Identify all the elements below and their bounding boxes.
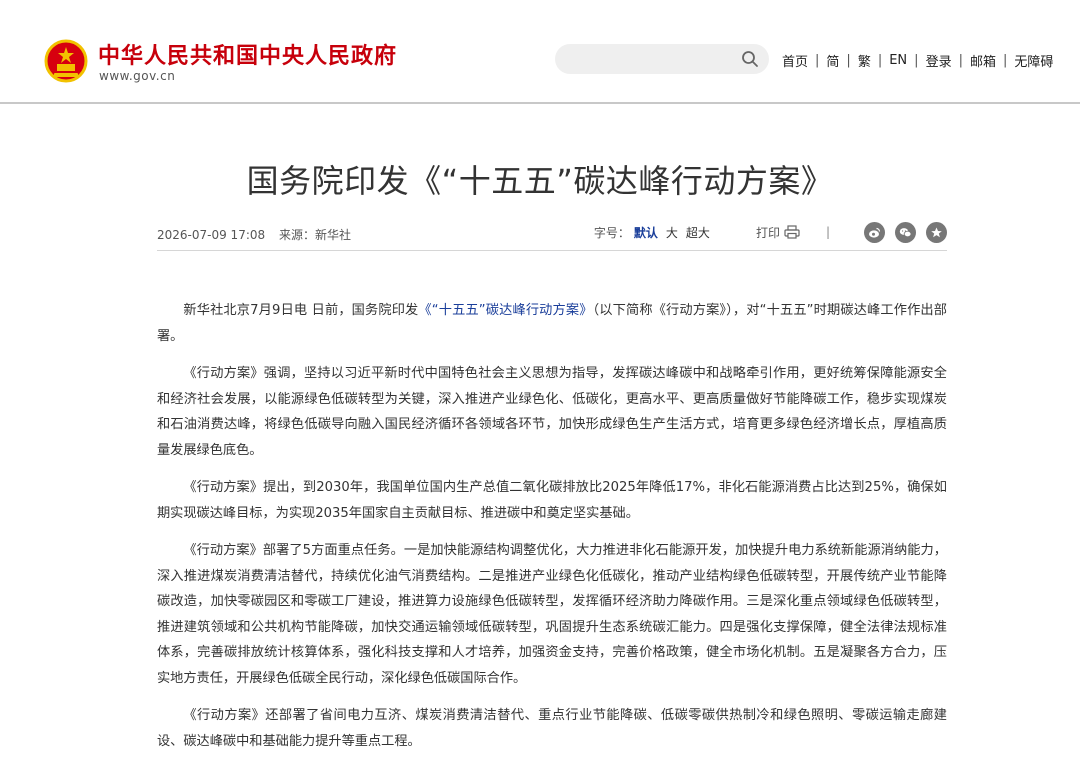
print-icon [784,225,800,239]
wechat-icon[interactable] [895,221,916,243]
publish-date: 2026-07-09 17:08 [157,228,266,242]
site-url[interactable]: www.gov.cn [99,69,175,83]
article-meta-left: 2026-07-09 17:08 来源：新华社 [157,226,361,243]
paragraph: 《行动方案》强调，坚持以习近平新时代中国特色社会主义思想为指导，发挥碳达峰碳中和… [157,366,947,458]
nav-separator: | [914,52,919,68]
nav-separator: | [1002,52,1008,68]
article-meta: 2026-07-09 17:08 来源：新华社 字号： 默认 大 超大 打印 | [157,221,947,250]
weibo-icon[interactable] [864,221,885,243]
print-button[interactable]: 打印 [756,224,800,241]
paragraph: 《行动方案》提出，到2030年，我国单位国内生产总值二氧化碳排放比2025年降低… [157,480,947,521]
print-label: 打印 [755,225,780,240]
nav-english[interactable]: EN [889,53,907,68]
nav-login[interactable]: 登录 [926,51,952,70]
nav-mailbox[interactable]: 邮箱 [970,51,996,70]
meta-divider-line [157,250,947,251]
source-label: 来源： [278,228,315,242]
font-size-default[interactable]: 默认 [634,224,658,241]
nav-separator: | [846,52,851,68]
article-title: 国务院印发《“十五五”碳达峰行动方案》 [246,162,834,200]
article-tools: 字号： 默认 大 超大 打印 | [594,220,947,244]
site-title[interactable]: 中华人民共和国中央人民政府 [98,38,397,70]
paragraph: 新华社北京7月9日电 日前，国务院印发《“十五五”碳达峰行动方案》（以下简称《行… [157,298,947,349]
nav-traditional[interactable]: 繁 [858,51,871,70]
site-header: 中华人民共和国中央人民政府 www.gov.cn 首页 | 简 | 繁 | EN… [0,0,1080,104]
font-size-xlarge[interactable]: 超大 [686,224,710,241]
search-icon[interactable] [741,50,759,68]
article-body: 新华社北京7月9日电 日前，国务院印发《“十五五”碳达峰行动方案》（以下简称《行… [157,298,947,766]
nav-simplified[interactable]: 简 [826,51,839,70]
font-size-label: 字号： [593,225,630,240]
paragraph: 《行动方案》部署了5方面重点任务。一是加快能源结构调整优化，大力推进非化石能源开… [157,543,947,686]
paragraph: 《行动方案》还部署了省间电力互济、煤炭消费清洁替代、重点行业节能降碳、低碳零碳供… [157,708,947,749]
national-emblem-icon[interactable] [44,38,88,84]
font-size-large[interactable]: 大 [666,224,678,241]
meta-divider: | [825,225,830,239]
nav-separator: | [877,52,883,68]
favorite-icon[interactable] [926,221,947,243]
nav-accessibility[interactable]: 无障碍 [1014,51,1053,70]
top-nav: 首页 | 简 | 繁 | EN | 登录 | 邮箱 | 无障碍 [782,51,1053,70]
nav-home[interactable]: 首页 [782,51,808,70]
nav-separator: | [958,52,963,68]
source-name: 新华社 [314,228,351,242]
plan-link[interactable]: 《“十五五”碳达峰行动方案》 [418,303,592,318]
paragraph-text: 新华社北京7月9日电 日前，国务院印发 [183,303,419,318]
nav-separator: | [815,52,820,68]
search-input[interactable] [555,44,769,74]
